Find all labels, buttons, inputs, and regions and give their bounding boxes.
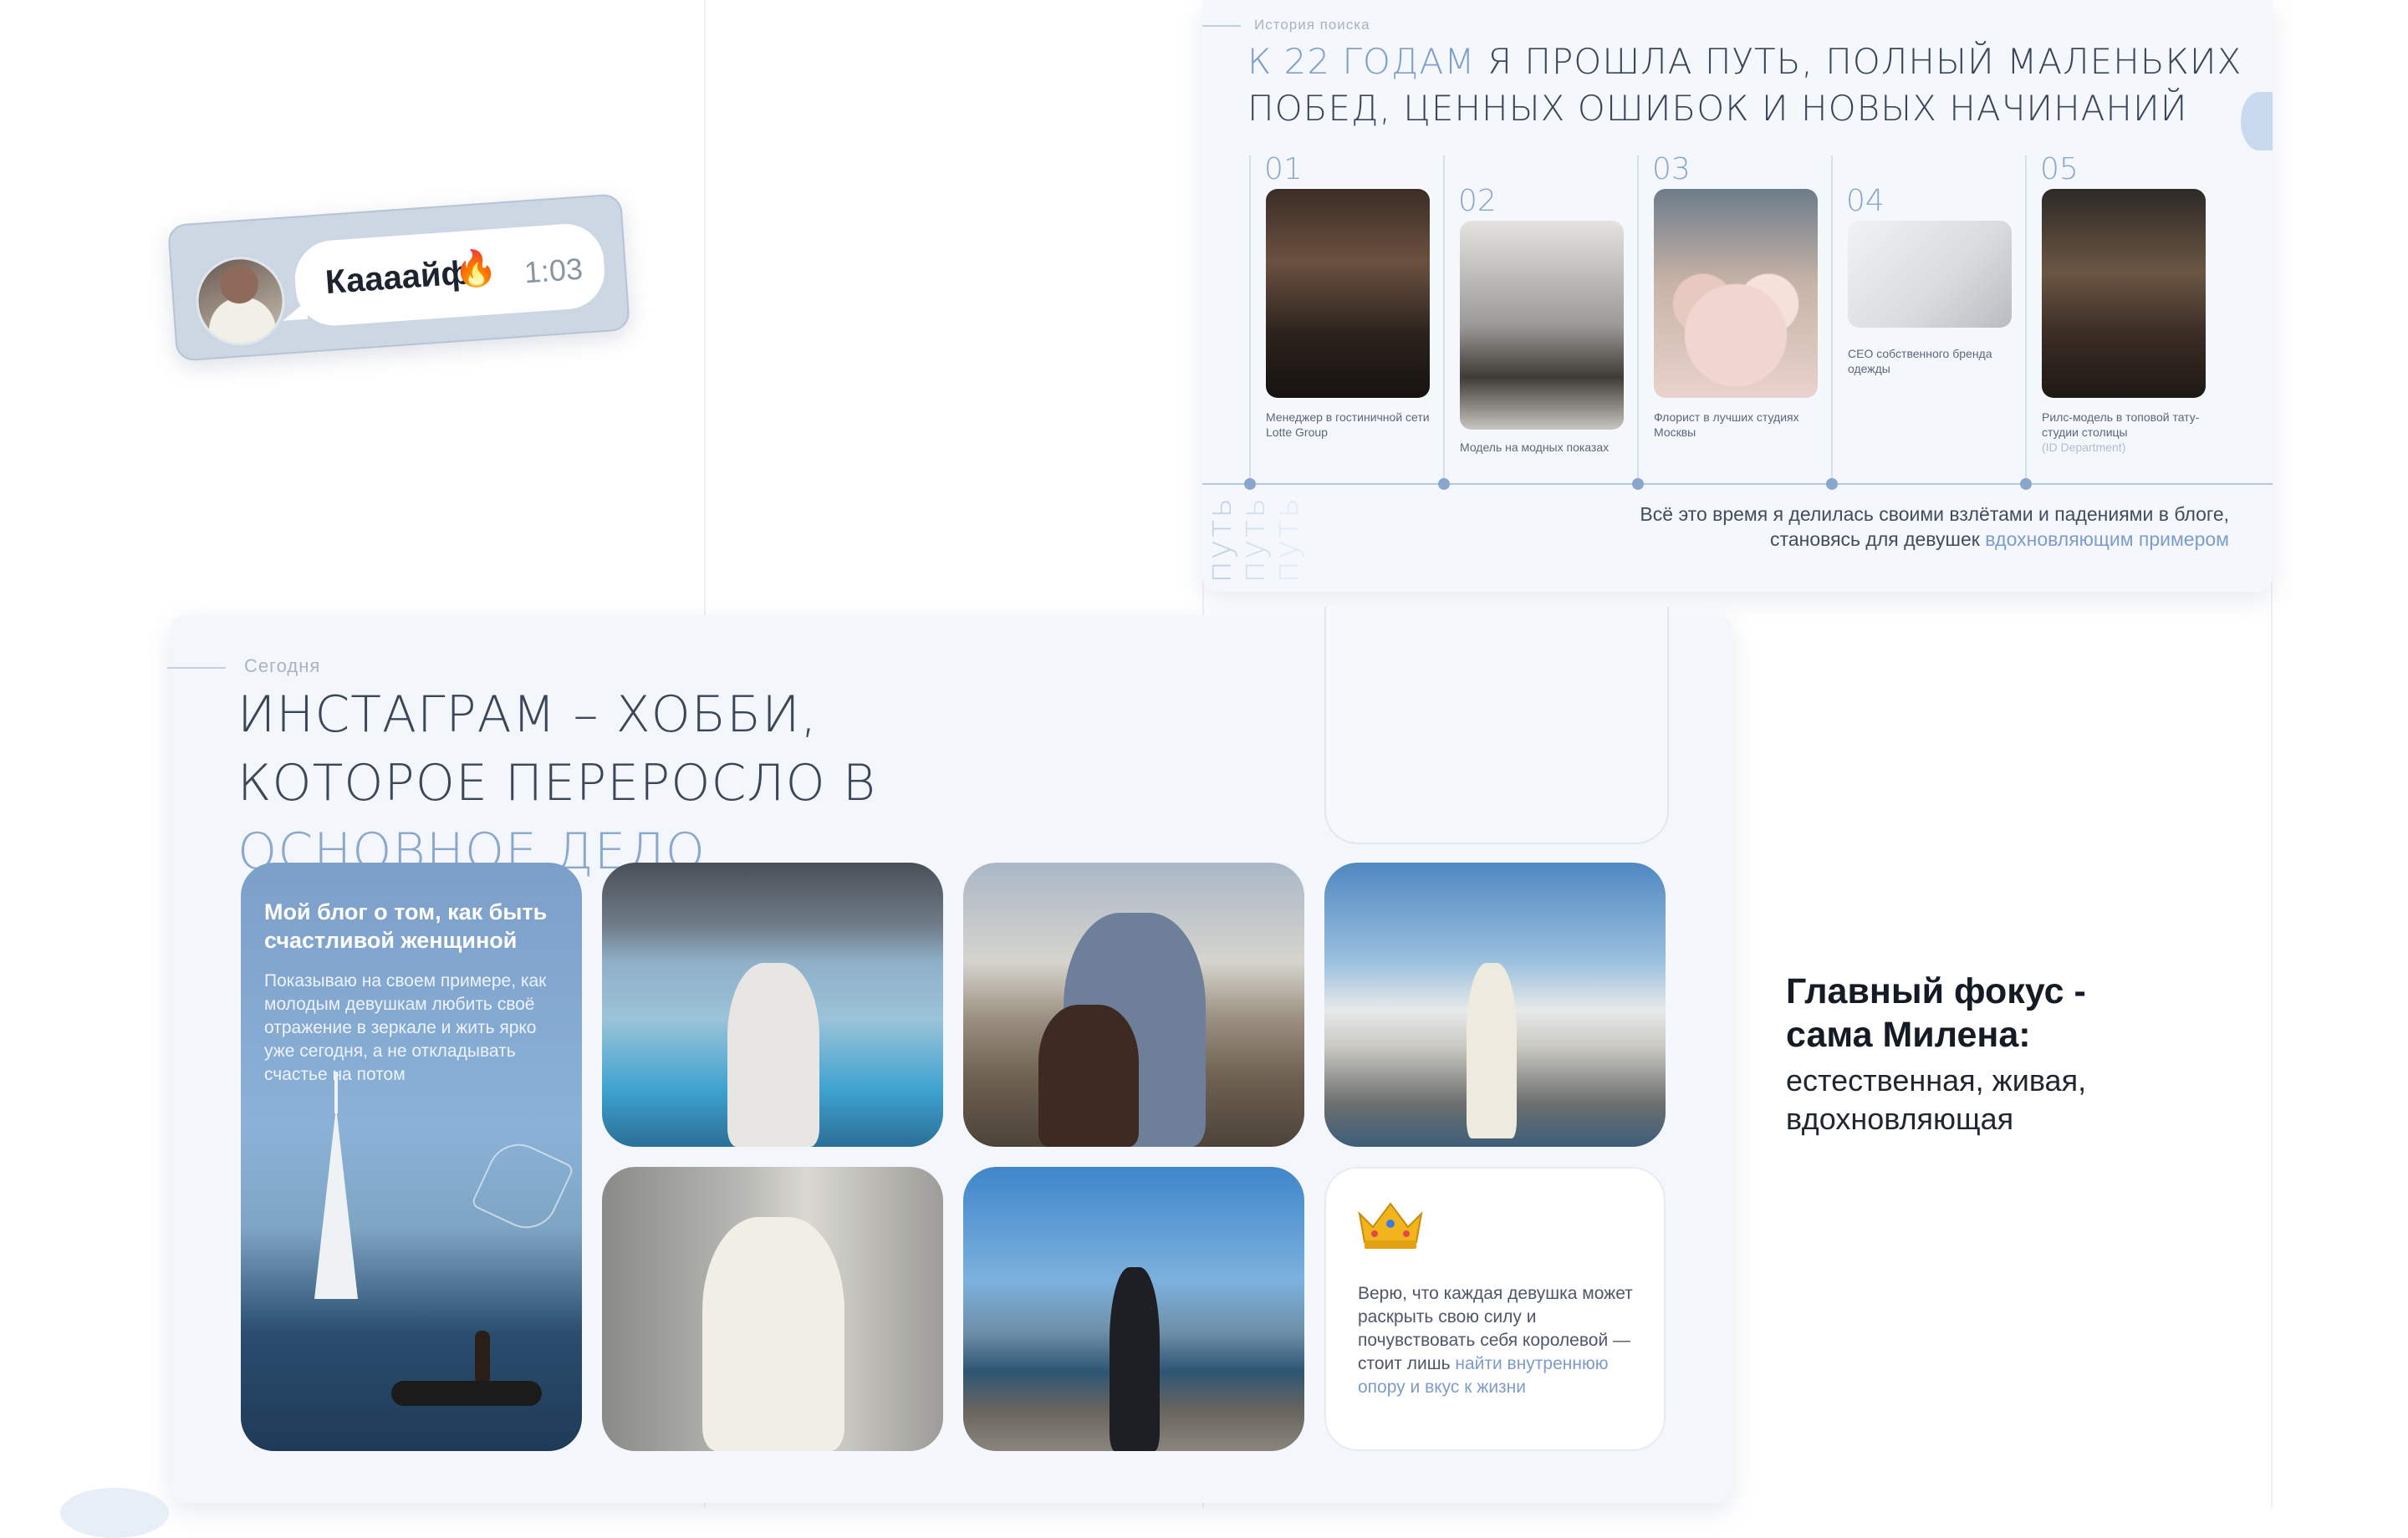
today-card: Сегодня Инстаграм – хобби, которое перер…	[167, 607, 1732, 1503]
timeline-step: 05 Рилс-модель в топовой тату-студии сто…	[2020, 152, 2219, 490]
kicker-line	[167, 667, 226, 669]
photo-helicopter	[602, 863, 943, 1147]
timeline-dot	[1244, 478, 1256, 490]
step-line	[1637, 155, 1639, 483]
step-number: 05	[2040, 152, 2079, 186]
chat-timestamp: 1:03	[523, 251, 584, 290]
footer-accent: вдохновляющим примером	[1985, 528, 2229, 550]
timeline-dot	[1438, 478, 1450, 490]
crown-text: Верю, что каждая девушка может раскрыть …	[1358, 1282, 1634, 1399]
step-caption-sub: (ID Department)	[2042, 441, 2126, 454]
today-title-plain: Инстаграм – хобби, которое переросло в	[237, 685, 877, 812]
step-number: 02	[1458, 184, 1497, 218]
focus-block: Главный фокус - сама Милена: естественна…	[1786, 970, 2204, 1138]
history-title: К 22 годам я прошла путь, полный маленьк…	[1247, 38, 2268, 132]
step-photo	[1266, 189, 1430, 398]
history-footer-text: Всё это время я делилась своими взлётами…	[1640, 502, 2229, 552]
crown-tile: Верю, что каждая девушка может раскрыть …	[1324, 1167, 1666, 1451]
step-caption: Менеджер в гостиничной сети Lotte Group	[1266, 410, 1430, 439]
step-caption: Флорист в лучших студиях Москвы	[1654, 410, 1799, 439]
step-photo	[2042, 189, 2206, 398]
chat-message-text: Каааайф	[324, 254, 472, 302]
step-caption: Рилс-модель в топовой тату-студии столиц…	[2042, 410, 2217, 455]
person-figure	[702, 1217, 844, 1451]
step-number: 04	[1846, 184, 1885, 218]
tower-shape	[314, 1107, 358, 1299]
timeline-step: 03 Флорист в лучших студиях Москвы	[1632, 152, 1831, 490]
timeline-dot	[2020, 478, 2032, 490]
history-card: История поиска К 22 годам я прошла путь,…	[1202, 0, 2273, 592]
footer-text: становясь для девушек	[1770, 528, 1986, 550]
blog-description: Показываю на своем примере, как молодым …	[264, 971, 547, 1084]
focus-sub-line: естественная, живая,	[1786, 1063, 2087, 1097]
chat-bubble: Каааайф 🔥 1:03	[292, 221, 608, 328]
step-line	[1249, 155, 1251, 483]
photo-yacht	[1324, 863, 1666, 1147]
history-title-accent: К 22 годам	[1247, 41, 1476, 82]
step-line	[1831, 155, 1833, 483]
timeline-dot	[1632, 478, 1644, 490]
step-number: 03	[1652, 152, 1691, 186]
rider-figure	[475, 1331, 490, 1384]
timeline-step: 04 CEO собственного бренда одежды	[1826, 155, 2025, 490]
ghost-frame	[1324, 607, 1669, 844]
blog-tile: Мой блог о том, как быть счастливой женщ…	[241, 863, 582, 1451]
jetski-shape	[391, 1381, 542, 1406]
today-title: Инстаграм – хобби, которое переросло в о…	[237, 680, 1074, 886]
vertical-word-decoration: путь путь путь	[1202, 497, 1343, 592]
step-caption-text: Рилс-модель в топовой тату-студии столиц…	[2042, 410, 2200, 439]
focus-subtitle: естественная, живая, вдохновляющая	[1786, 1062, 2204, 1138]
fire-icon: 🔥	[452, 247, 499, 290]
step-photo	[1654, 189, 1818, 398]
step-photo	[1460, 221, 1624, 430]
today-kicker: Сегодня	[244, 655, 321, 676]
step-line	[1443, 155, 1445, 483]
step-caption: CEO собственного бренда одежды	[1848, 347, 1992, 375]
star-outline-icon	[470, 1133, 575, 1239]
person-figure	[1110, 1267, 1160, 1451]
step-caption: Модель на модных показах	[1460, 441, 1610, 454]
blog-title: Мой блог о том, как быть счастливой женщ…	[264, 899, 548, 953]
chat-message-card: Каааайф 🔥 1:03	[166, 193, 631, 362]
photo-sheep	[963, 863, 1304, 1147]
focus-title-line: Главный фокус -	[1786, 971, 2086, 1011]
timeline-dot	[1826, 478, 1838, 490]
person-figure	[727, 963, 819, 1147]
photo-sea	[963, 1167, 1304, 1451]
history-kicker: История поиска	[1254, 17, 1370, 33]
kicker-line	[1202, 25, 1241, 27]
timeline-step: 02 Модель на модных показах	[1438, 155, 1637, 490]
focus-sub-line: вдохновляющая	[1786, 1102, 2014, 1136]
animal-figure	[1038, 1005, 1139, 1147]
crown-icon	[1358, 1202, 1423, 1249]
timeline-step: 01 Менеджер в гостиничной сети Lotte Gro…	[1244, 152, 1443, 490]
avatar	[192, 253, 288, 349]
fish-decoration-icon	[2241, 92, 2273, 150]
step-photo	[1848, 221, 2012, 328]
decorative-blob	[60, 1488, 169, 1538]
footer-line: Всё это время я делилась своими взлётами…	[1640, 503, 2229, 525]
step-number: 01	[1264, 152, 1303, 186]
step-line	[2025, 155, 2027, 483]
focus-title: Главный фокус - сама Милена:	[1786, 970, 2204, 1057]
photo-mirror	[602, 1167, 943, 1451]
vertical-word: путь	[1268, 497, 1306, 583]
footer-line: становясь для девушек вдохновляющим прим…	[1640, 527, 2229, 552]
focus-title-line: сама Милена:	[1786, 1015, 2031, 1055]
person-figure	[1467, 963, 1517, 1138]
